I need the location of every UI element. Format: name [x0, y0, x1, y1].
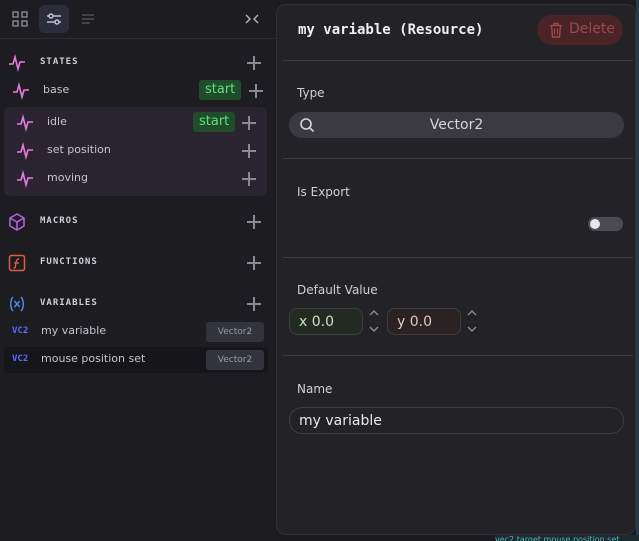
trash-icon	[550, 22, 562, 38]
sidebar-toolbar	[0, 0, 276, 39]
variable-inspector-panel: my variable (Resource) Delete Type Vecto…	[276, 4, 636, 535]
list-icon	[82, 14, 94, 24]
state-icon	[17, 114, 33, 132]
name-input[interactable]: my variable	[289, 407, 624, 434]
list-view-button[interactable]	[73, 5, 103, 33]
type-select[interactable]: Vector2	[289, 112, 624, 138]
states-section-header: STATES	[0, 52, 276, 76]
states-title: STATES	[40, 57, 79, 67]
panel-title: my variable (Resource)	[298, 22, 484, 38]
toggle-knob	[590, 219, 600, 229]
grid-view-button[interactable]	[5, 5, 35, 33]
variable-icon	[10, 296, 24, 312]
state-label: set position	[47, 143, 111, 156]
add-macro-button[interactable]	[247, 215, 261, 229]
macros-section-header: MACROS	[0, 211, 276, 235]
add-button[interactable]	[242, 172, 256, 186]
state-icon	[17, 170, 33, 188]
vec2-icon: VC2	[12, 326, 29, 336]
state-label: idle	[47, 115, 67, 128]
add-function-button[interactable]	[247, 256, 261, 270]
start-badge: start	[193, 112, 236, 132]
variable-type-badge: Vector2	[206, 350, 264, 370]
divider	[283, 158, 633, 159]
is-export-label: Is Export	[297, 185, 350, 199]
state-icon	[9, 54, 25, 72]
vec2-icon: VC2	[12, 354, 29, 364]
macros-title: MACROS	[40, 216, 79, 226]
state-item-moving[interactable]: moving	[0, 166, 276, 192]
state-label: base	[43, 83, 70, 96]
function-icon	[8, 254, 26, 272]
sliders-icon	[47, 13, 61, 25]
state-label: moving	[47, 171, 88, 184]
state-item-base[interactable]: base start	[0, 78, 276, 104]
state-icon	[17, 142, 33, 160]
y-value: y 0.0	[397, 314, 432, 330]
delete-button[interactable]: Delete	[537, 15, 623, 45]
variable-type-badge: Vector2	[206, 322, 264, 342]
add-button[interactable]	[242, 144, 256, 158]
add-variable-button[interactable]	[247, 297, 261, 311]
functions-title: FUNCTIONS	[40, 257, 98, 267]
variable-item-mouse-position-set[interactable]: VC2 mouse position set Vector2	[4, 347, 268, 373]
delete-label: Delete	[569, 21, 615, 37]
x-value-field[interactable]: x 0.0	[289, 308, 363, 335]
collapse-sidebar-button[interactable]	[237, 5, 267, 33]
type-value: Vector2	[429, 117, 484, 133]
variables-title: VARIABLES	[40, 298, 98, 308]
y-stepper[interactable]	[467, 308, 477, 334]
start-badge: start	[199, 80, 242, 100]
grid-icon	[12, 11, 28, 27]
variable-label: my variable	[41, 324, 107, 337]
settings-view-button[interactable]	[39, 5, 69, 33]
variable-item-my-variable[interactable]: VC2 my variable Vector2	[0, 319, 276, 345]
add-button[interactable]	[249, 84, 263, 98]
y-value-field[interactable]: y 0.0	[387, 308, 461, 335]
state-item-idle[interactable]: idle start	[0, 110, 276, 136]
state-item-set-position[interactable]: set position	[0, 138, 276, 164]
is-export-toggle[interactable]	[588, 217, 623, 231]
default-value-label: Default Value	[297, 283, 378, 297]
functions-section-header: FUNCTIONS	[0, 252, 276, 276]
cube-icon	[9, 213, 25, 231]
x-stepper[interactable]	[369, 308, 379, 334]
sidebar: STATES base start idle start set positio…	[0, 0, 276, 541]
divider	[283, 60, 633, 61]
variables-section-header: VARIABLES	[0, 293, 276, 317]
x-value: x 0.0	[299, 314, 334, 330]
background-node-snippet: vec2 target mouse position set	[495, 535, 639, 541]
add-button[interactable]	[242, 116, 256, 130]
divider	[283, 355, 633, 356]
variable-label: mouse position set	[41, 352, 146, 365]
divider	[283, 257, 633, 258]
name-value: my variable	[299, 413, 382, 429]
add-state-button[interactable]	[247, 56, 261, 70]
type-label: Type	[297, 86, 325, 100]
name-label: Name	[297, 382, 333, 396]
state-icon	[13, 82, 29, 100]
collapse-icon	[245, 14, 259, 24]
